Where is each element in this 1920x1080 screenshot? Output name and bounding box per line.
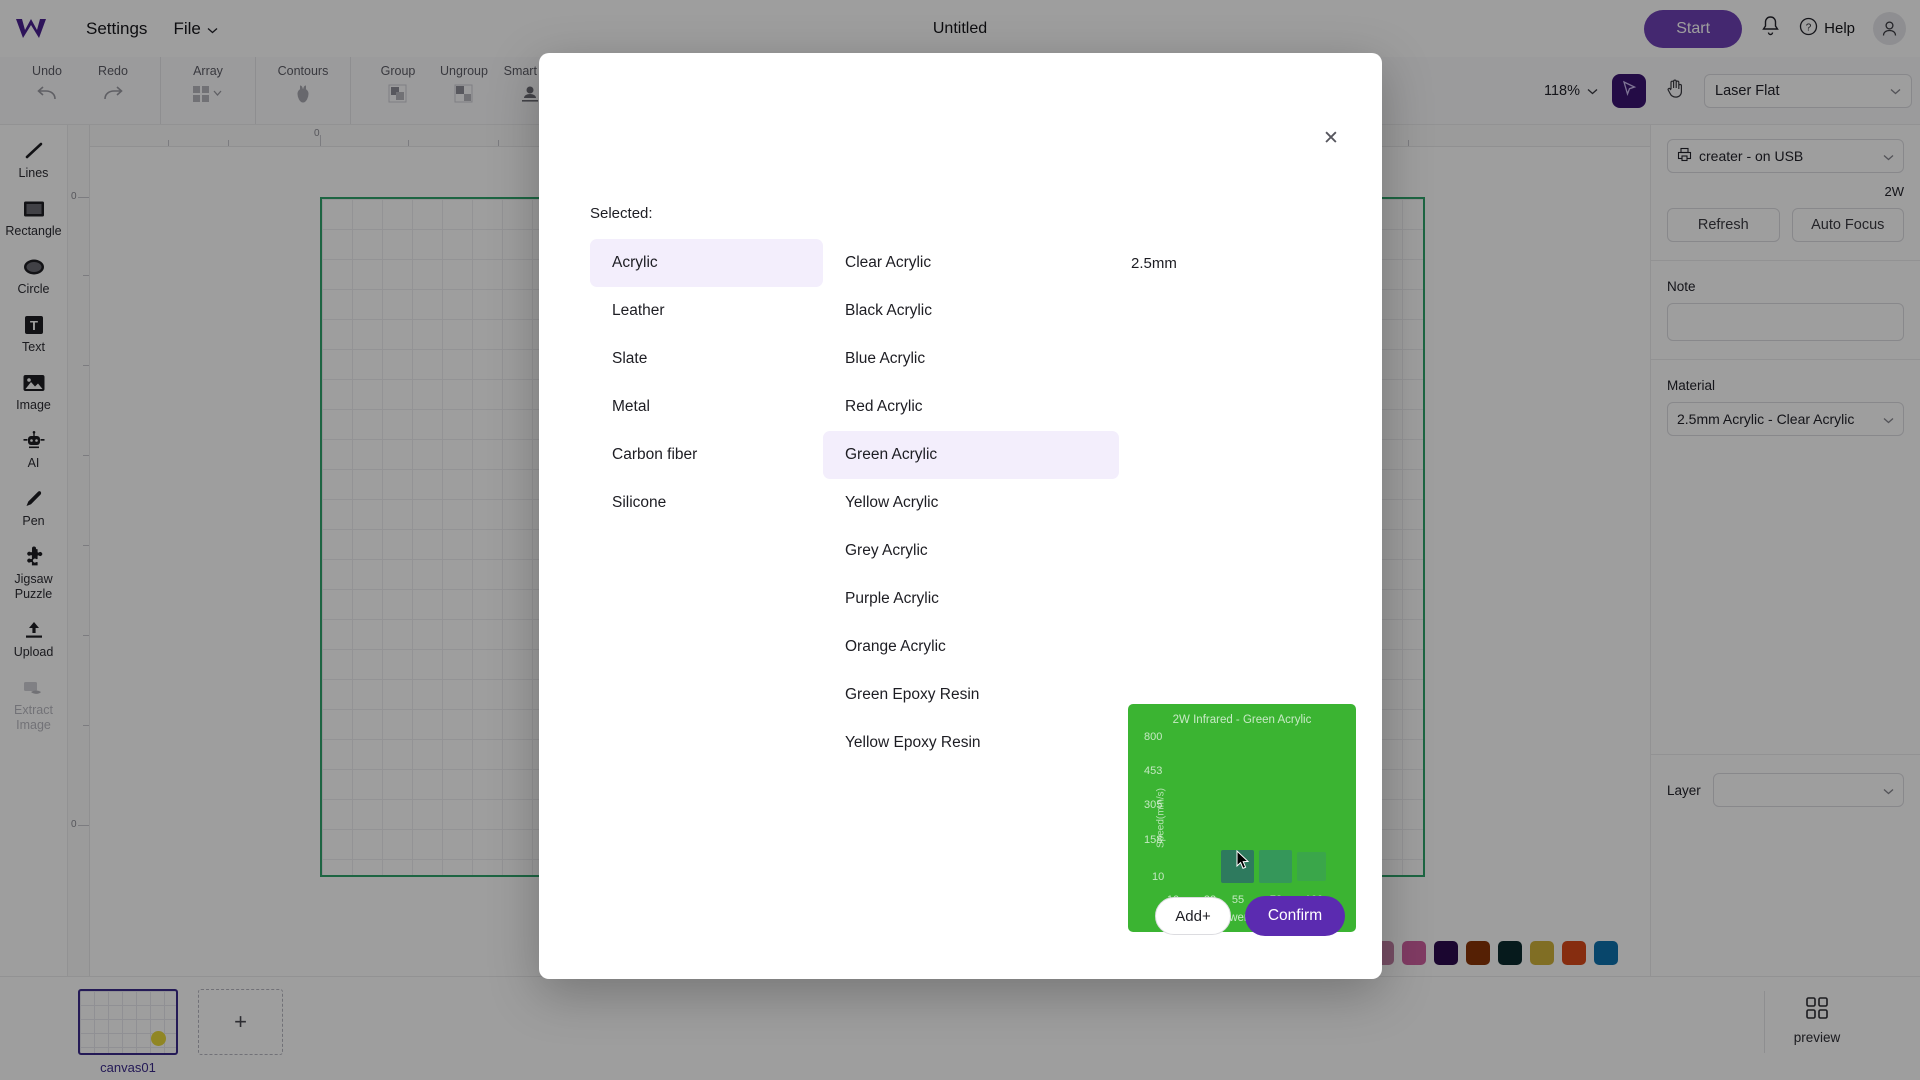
- material-option-2[interactable]: Blue Acrylic: [823, 335, 1119, 383]
- category-option-4[interactable]: Carbon fiber: [590, 431, 823, 479]
- category-option-3[interactable]: Metal: [590, 383, 823, 431]
- material-option-10[interactable]: Yellow Epoxy Resin: [823, 719, 1119, 767]
- chart-ytick-0: 800: [1144, 731, 1163, 743]
- material-option-1[interactable]: Black Acrylic: [823, 287, 1119, 335]
- material-option-4[interactable]: Green Acrylic: [823, 431, 1119, 479]
- chart-ytick-3: 158: [1144, 834, 1163, 846]
- selected-label: Selected:: [590, 205, 653, 222]
- material-option-6[interactable]: Grey Acrylic: [823, 527, 1119, 575]
- material-list: Clear Acrylic Black Acrylic Blue Acrylic Re…: [823, 239, 1119, 767]
- category-list: Acrylic Leather Slate Metal Carbon fiber Sili…: [590, 239, 823, 527]
- category-option-2[interactable]: Slate: [590, 335, 823, 383]
- category-option-5[interactable]: Silicone: [590, 479, 823, 527]
- dialog-actions: Add+ Confirm: [1155, 896, 1345, 936]
- chart-ytick-2: 305: [1144, 799, 1163, 811]
- confirm-button[interactable]: Confirm: [1245, 896, 1345, 936]
- chart-ytick-4: 10: [1152, 871, 1165, 883]
- application-root: Settings File Untitled Start ? Help Undo…: [0, 0, 1920, 1080]
- chart-ytick-1: 453: [1144, 765, 1163, 777]
- material-option-9[interactable]: Green Epoxy Resin: [823, 671, 1119, 719]
- close-icon[interactable]: ✕: [1318, 125, 1344, 151]
- chart-title: 2W Infrared - Green Acrylic: [1172, 714, 1312, 726]
- chart-cell-1: [1259, 850, 1292, 883]
- thickness-option-0[interactable]: 2.5mm: [1119, 239, 1269, 287]
- material-option-5[interactable]: Yellow Acrylic: [823, 479, 1119, 527]
- thickness-list: 2.5mm: [1119, 239, 1269, 287]
- category-option-0[interactable]: Acrylic: [590, 239, 823, 287]
- material-option-8[interactable]: Orange Acrylic: [823, 623, 1119, 671]
- add-button[interactable]: Add+: [1155, 897, 1231, 935]
- chart-cell-0: [1221, 850, 1254, 883]
- material-picker-dialog: ✕ Selected: Acrylic Leather Slate Metal Carb…: [539, 53, 1382, 979]
- material-option-3[interactable]: Red Acrylic: [823, 383, 1119, 431]
- chart-cell-2: [1297, 852, 1326, 881]
- material-option-7[interactable]: Purple Acrylic: [823, 575, 1119, 623]
- material-option-0[interactable]: Clear Acrylic: [823, 239, 1119, 287]
- category-option-1[interactable]: Leather: [590, 287, 823, 335]
